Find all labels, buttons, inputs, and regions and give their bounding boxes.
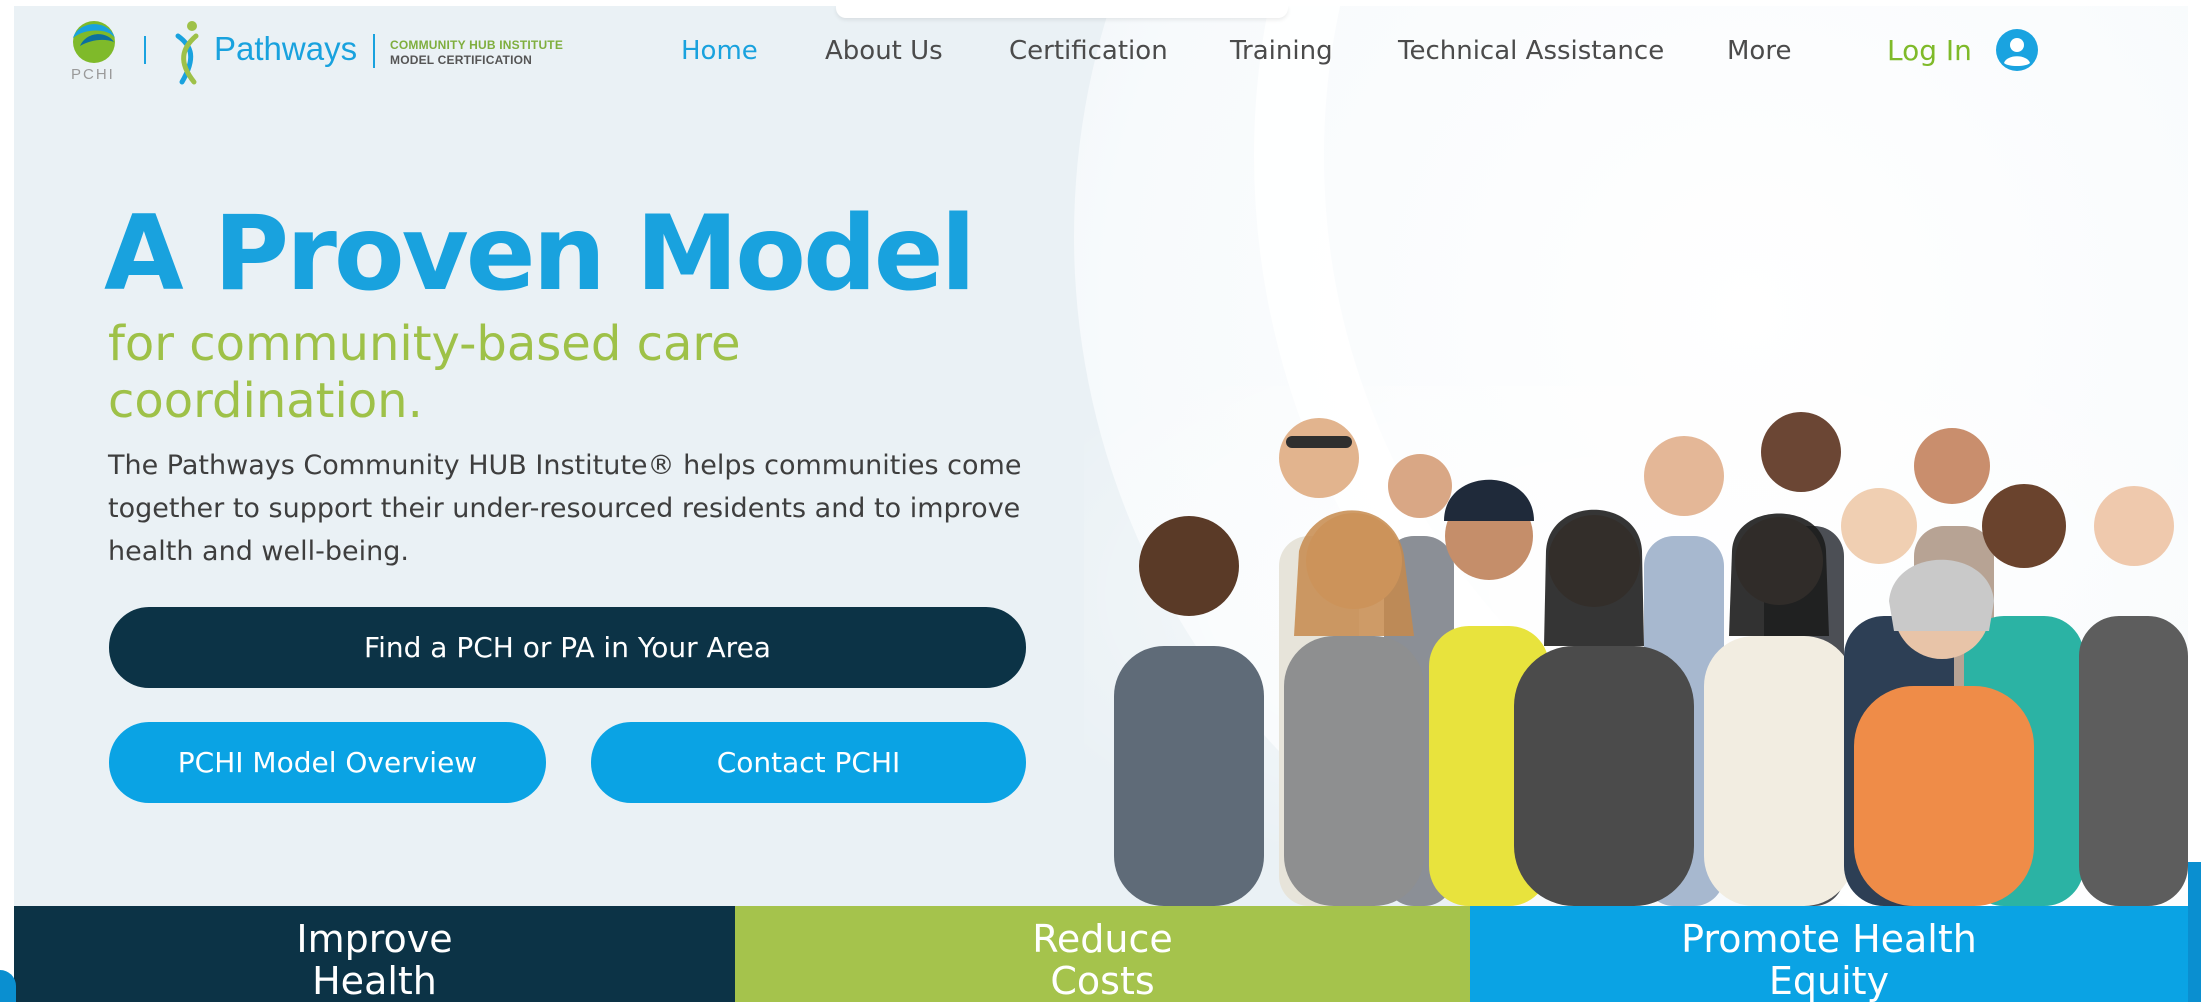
corner-decoration-right (2188, 862, 2201, 1002)
page-background: PCHI Pathways COMMUNITY HUB INSTITUTE MO… (14, 6, 2188, 1002)
user-account-icon[interactable] (1995, 28, 2039, 72)
band-label: Costs (1050, 959, 1155, 1002)
nav-technical-assistance[interactable]: Technical Assistance (1398, 36, 1664, 66)
nav-about-us[interactable]: About Us (825, 36, 943, 66)
nav-more[interactable]: More (1727, 36, 1791, 66)
pchi-logo-text: PCHI (71, 66, 115, 83)
community-group-photo (1084, 386, 2188, 906)
logo-tagline-2: MODEL CERTIFICATION (390, 53, 533, 67)
band-label: Health (312, 959, 437, 1002)
band-label: Promote Health (1681, 917, 1977, 961)
promote-health-equity-band[interactable]: Promote Health Equity (1470, 906, 2188, 1002)
login-link[interactable]: Log In (1887, 34, 1972, 67)
logo-divider-2 (373, 34, 375, 68)
nav-home[interactable]: Home (681, 36, 758, 66)
band-label: Improve (296, 917, 453, 961)
hero-description: The Pathways Community HUB Institute® he… (108, 450, 1022, 567)
pathways-figure-icon (175, 21, 199, 85)
find-pch-button[interactable]: Find a PCH or PA in Your Area (109, 607, 1026, 688)
reduce-costs-band[interactable]: Reduce Costs (735, 906, 1470, 1002)
nav-training[interactable]: Training (1230, 36, 1333, 66)
contact-pchi-button[interactable]: Contact PCHI (591, 722, 1026, 803)
logo-tagline-1: COMMUNITY HUB INSTITUTE (390, 38, 564, 52)
band-label: Reduce (1032, 917, 1173, 961)
improve-health-band[interactable]: Improve Health (14, 906, 735, 1002)
band-label: Equity (1768, 959, 1890, 1002)
top-tab-decoration (836, 6, 1288, 18)
model-overview-button[interactable]: PCHI Model Overview (109, 722, 546, 803)
nav-certification[interactable]: Certification (1009, 36, 1168, 66)
pathways-logo-text: Pathways (214, 30, 358, 67)
hero-subtitle: for community-based care coordination. (108, 316, 741, 429)
pchi-leaf-logo-icon (73, 21, 115, 63)
logo-divider (144, 36, 146, 64)
pchi-logo-link[interactable]: PCHI (14, 6, 134, 86)
hero-title: A Proven Model (104, 194, 976, 314)
